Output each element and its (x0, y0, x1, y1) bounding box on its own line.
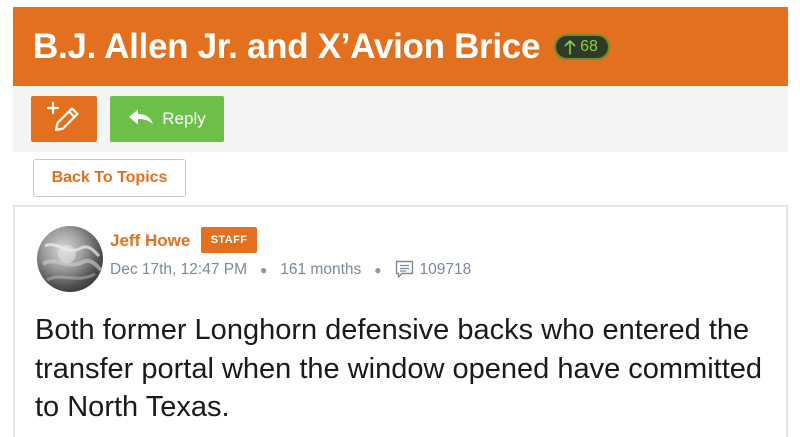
upvote-count: 68 (580, 37, 598, 55)
comment-icon (395, 260, 414, 279)
new-post-button[interactable] (31, 96, 97, 142)
topic-title: B.J. Allen Jr. and X’Avion Brice (33, 26, 541, 66)
post-card: Jeff Howe STAFF Dec 17th, 12:47 PM ● 161… (13, 205, 788, 437)
edit-pen-plus-icon (46, 100, 82, 139)
avatar[interactable] (37, 226, 103, 292)
post-body: Both former Longhorn defensive backs who… (35, 314, 763, 423)
staff-badge: STAFF (201, 227, 257, 253)
reply-button[interactable]: Reply (110, 96, 224, 142)
upvote-badge[interactable]: 68 (554, 33, 610, 60)
reply-arrow-icon (128, 108, 154, 131)
meta-separator: ● (260, 262, 268, 277)
up-arrow-icon (564, 39, 576, 55)
meta-separator: ● (374, 262, 382, 277)
view-count: 109718 (419, 260, 472, 278)
topic-toolbar: Reply (13, 86, 788, 152)
forum-topic-page: B.J. Allen Jr. and X’Avion Brice 68 Repl… (0, 0, 800, 437)
author-name[interactable]: Jeff Howe (110, 231, 190, 251)
post-date[interactable]: Dec 17th, 12:47 PM (110, 261, 247, 279)
reply-label: Reply (162, 109, 206, 128)
post-age: 161 months (280, 260, 362, 278)
post-meta: Dec 17th, 12:47 PM ● 161 months ● 109718 (110, 260, 471, 279)
topic-header: B.J. Allen Jr. and X’Avion Brice 68 (13, 7, 788, 86)
back-to-topics-button[interactable]: Back To Topics (33, 159, 186, 197)
